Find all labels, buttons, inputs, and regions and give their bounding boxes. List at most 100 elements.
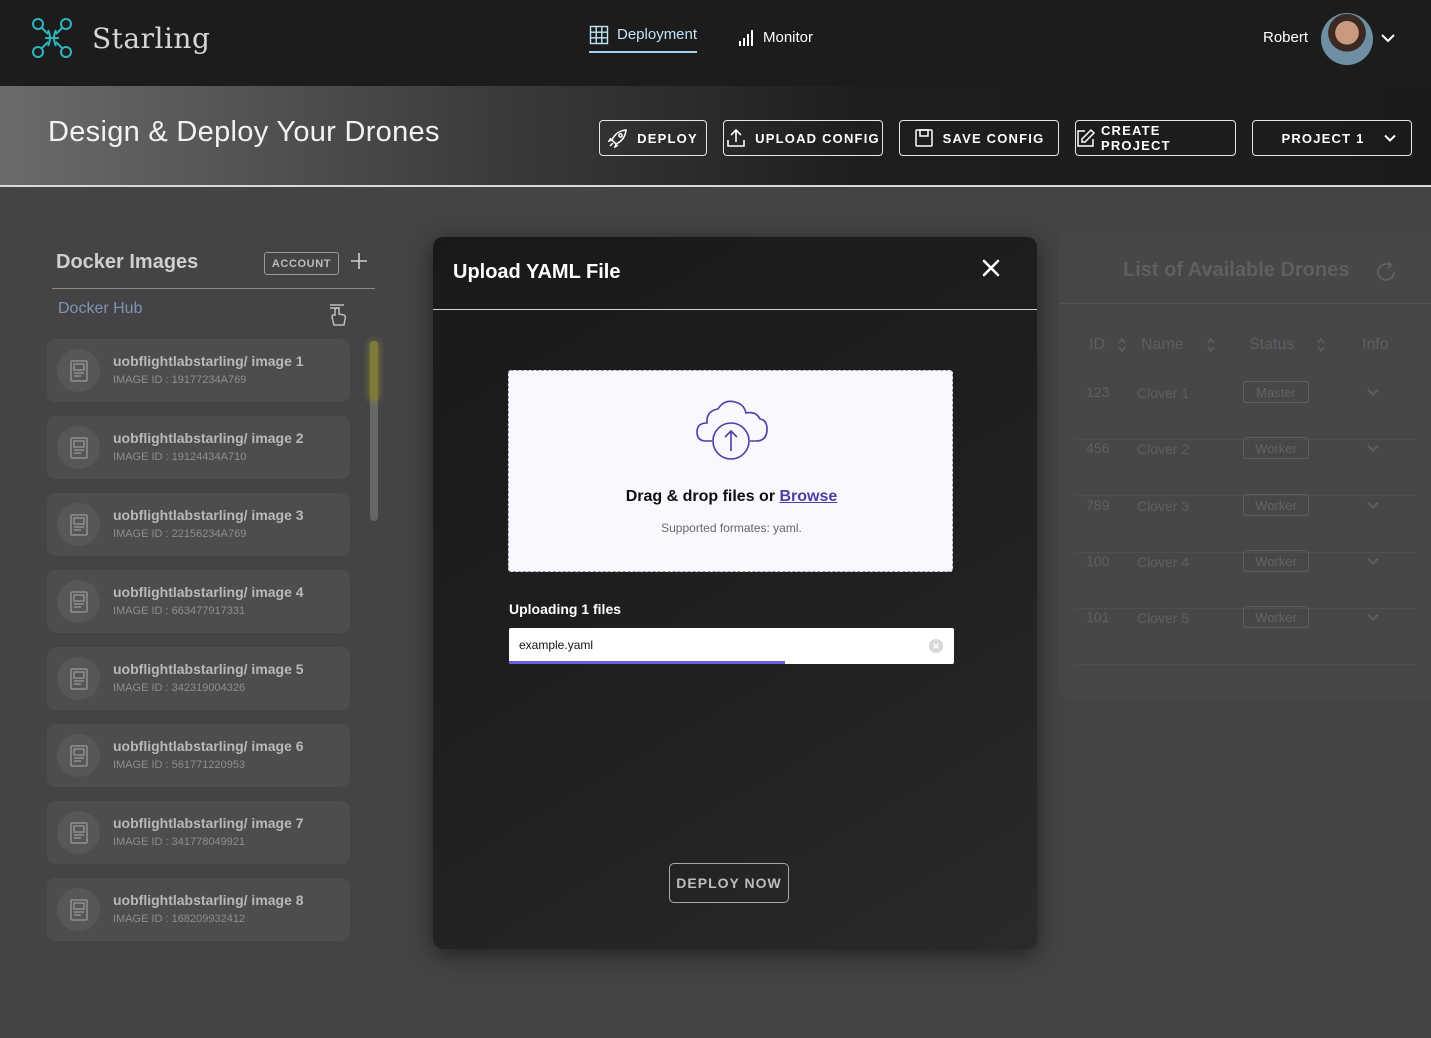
- table-row[interactable]: 100 Clover 4 Worker: [1075, 550, 1415, 609]
- account-button[interactable]: ACCOUNT: [264, 252, 339, 275]
- document-icon: [69, 898, 88, 921]
- tab-deployment-label: Deployment: [617, 26, 698, 43]
- image-icon-wrap: [57, 503, 100, 546]
- chevron-down-icon[interactable]: [1380, 30, 1396, 46]
- status-badge: Worker: [1243, 606, 1309, 628]
- create-project-button[interactable]: CREATE PROJECT: [1075, 120, 1236, 156]
- table-row[interactable]: 456 Clover 2 Worker: [1075, 437, 1415, 496]
- save-icon: [914, 129, 933, 147]
- docker-hub-label[interactable]: Docker Hub: [58, 300, 142, 318]
- project-select[interactable]: PROJECT 1: [1252, 120, 1412, 156]
- drone-name: Clover 5: [1137, 610, 1190, 626]
- upload-config-button-label: UPLOAD CONFIG: [755, 130, 880, 146]
- column-header-label: ID: [1089, 336, 1105, 353]
- image-id: IMAGE ID : 22156234A769: [113, 528, 247, 540]
- app-name[interactable]: Starling: [92, 22, 210, 55]
- divider: [1059, 303, 1431, 304]
- column-header-name[interactable]: Name: [1141, 336, 1216, 354]
- table-row[interactable]: 101 Clover 5 Worker: [1075, 606, 1415, 665]
- column-header-info: Info: [1362, 336, 1389, 354]
- image-id: IMAGE ID : 561771220953: [113, 759, 246, 771]
- drone-id: 456: [1086, 440, 1110, 456]
- signal-bars-icon: [739, 29, 753, 46]
- image-id: IMAGE ID : 19124434A710: [113, 451, 247, 463]
- drone-name: Clover 1: [1137, 385, 1190, 401]
- sort-icon: [1118, 337, 1126, 353]
- image-name: uobflightlabstarling/ image 1: [113, 353, 304, 369]
- chevron-down-icon[interactable]: [1366, 610, 1380, 624]
- list-item[interactable]: uobflightlabstarling/ image 5 IMAGE ID : …: [47, 647, 350, 710]
- top-navbar: Starling Deployment Monitor Robert: [0, 0, 1431, 86]
- list-item[interactable]: uobflightlabstarling/ image 2 IMAGE ID : …: [47, 416, 350, 479]
- deploy-button-label: DEPLOY: [637, 130, 698, 146]
- browse-link[interactable]: Browse: [780, 488, 838, 505]
- uploading-label: Uploading 1 files: [509, 601, 622, 617]
- drone-name: Clover 4: [1137, 554, 1190, 570]
- document-icon: [69, 359, 88, 382]
- save-config-button[interactable]: SAVE CONFIG: [899, 120, 1059, 156]
- plus-icon[interactable]: [349, 251, 369, 271]
- document-icon: [69, 667, 88, 690]
- image-icon-wrap: [57, 426, 100, 469]
- upload-yaml-modal: Upload YAML File Drag & drop files or Br…: [433, 237, 1037, 949]
- project-select-value: PROJECT 1: [1281, 130, 1365, 146]
- drone-id: 100: [1086, 553, 1110, 569]
- docker-images-title: Docker Images: [56, 251, 199, 273]
- upload-icon: [727, 128, 745, 147]
- image-icon-wrap: [57, 349, 100, 392]
- status-badge: Worker: [1243, 550, 1309, 572]
- modal-title: Upload YAML File: [453, 261, 621, 283]
- status-badge: Worker: [1243, 437, 1309, 459]
- user-name[interactable]: Robert: [1263, 29, 1308, 46]
- create-project-button-label: CREATE PROJECT: [1100, 123, 1171, 153]
- image-id: IMAGE ID : 663477917331: [113, 605, 246, 617]
- upload-config-button[interactable]: UPLOAD CONFIG: [723, 120, 883, 156]
- list-item[interactable]: uobflightlabstarling/ image 1 IMAGE ID : …: [47, 339, 350, 402]
- image-icon-wrap: [57, 811, 100, 854]
- save-config-button-label: SAVE CONFIG: [942, 130, 1045, 146]
- image-id: IMAGE ID : 19177234A769: [113, 374, 247, 386]
- table-row[interactable]: 123 Clover 1 Master: [1075, 381, 1415, 440]
- drones-panel: List of Available Drones ID Name Status …: [1059, 231, 1431, 699]
- edit-icon: [1077, 128, 1096, 147]
- chevron-down-icon[interactable]: [1366, 554, 1380, 568]
- list-item[interactable]: uobflightlabstarling/ image 7 IMAGE ID : …: [47, 801, 350, 864]
- document-icon: [69, 744, 88, 767]
- list-item[interactable]: uobflightlabstarling/ image 8 IMAGE ID : …: [47, 878, 350, 941]
- table-row[interactable]: 789 Clover 3 Worker: [1075, 494, 1415, 553]
- column-header-label: Name: [1141, 336, 1184, 353]
- chevron-down-icon[interactable]: [1366, 385, 1380, 399]
- cloud-upload-icon: [696, 400, 768, 460]
- image-name: uobflightlabstarling/ image 2: [113, 430, 304, 446]
- remove-file-icon[interactable]: [928, 638, 944, 654]
- image-icon-wrap: [57, 657, 100, 700]
- image-name: uobflightlabstarling/ image 3: [113, 507, 304, 523]
- column-header-id[interactable]: ID: [1089, 336, 1127, 354]
- refresh-icon[interactable]: [1374, 260, 1398, 284]
- chevron-down-icon[interactable]: [1366, 498, 1380, 512]
- file-dropzone[interactable]: Drag & drop files or Browse Supported fo…: [508, 370, 953, 572]
- image-name: uobflightlabstarling/ image 4: [113, 584, 304, 600]
- list-item[interactable]: uobflightlabstarling/ image 6 IMAGE ID : …: [47, 724, 350, 787]
- grid-icon: [589, 25, 609, 44]
- image-id: IMAGE ID : 342319004326: [113, 682, 246, 694]
- drone-name: Clover 3: [1137, 498, 1190, 514]
- supported-formats-text: Supported formates: yaml.: [661, 521, 802, 535]
- hand-pointer-icon[interactable]: [327, 303, 349, 327]
- scrollbar-thumb[interactable]: [370, 341, 378, 401]
- tab-deployment[interactable]: Deployment: [589, 24, 698, 53]
- list-item[interactable]: uobflightlabstarling/ image 3 IMAGE ID : …: [47, 493, 350, 556]
- upload-file-name: example.yaml: [519, 638, 594, 652]
- column-header-status[interactable]: Status: [1249, 336, 1326, 354]
- list-item[interactable]: uobflightlabstarling/ image 4 IMAGE ID : …: [47, 570, 350, 633]
- page-header: Design & Deploy Your Drones DEPLOY UPLOA…: [0, 86, 1431, 187]
- drone-logo-icon[interactable]: [30, 16, 74, 60]
- deploy-button[interactable]: DEPLOY: [599, 120, 707, 156]
- chevron-down-icon[interactable]: [1366, 441, 1380, 455]
- deploy-now-button[interactable]: DEPLOY NOW: [669, 863, 789, 903]
- close-icon[interactable]: [980, 257, 1002, 279]
- image-icon-wrap: [57, 888, 100, 931]
- image-icon-wrap: [57, 580, 100, 623]
- tab-monitor[interactable]: Monitor: [738, 29, 813, 46]
- avatar[interactable]: [1321, 13, 1373, 65]
